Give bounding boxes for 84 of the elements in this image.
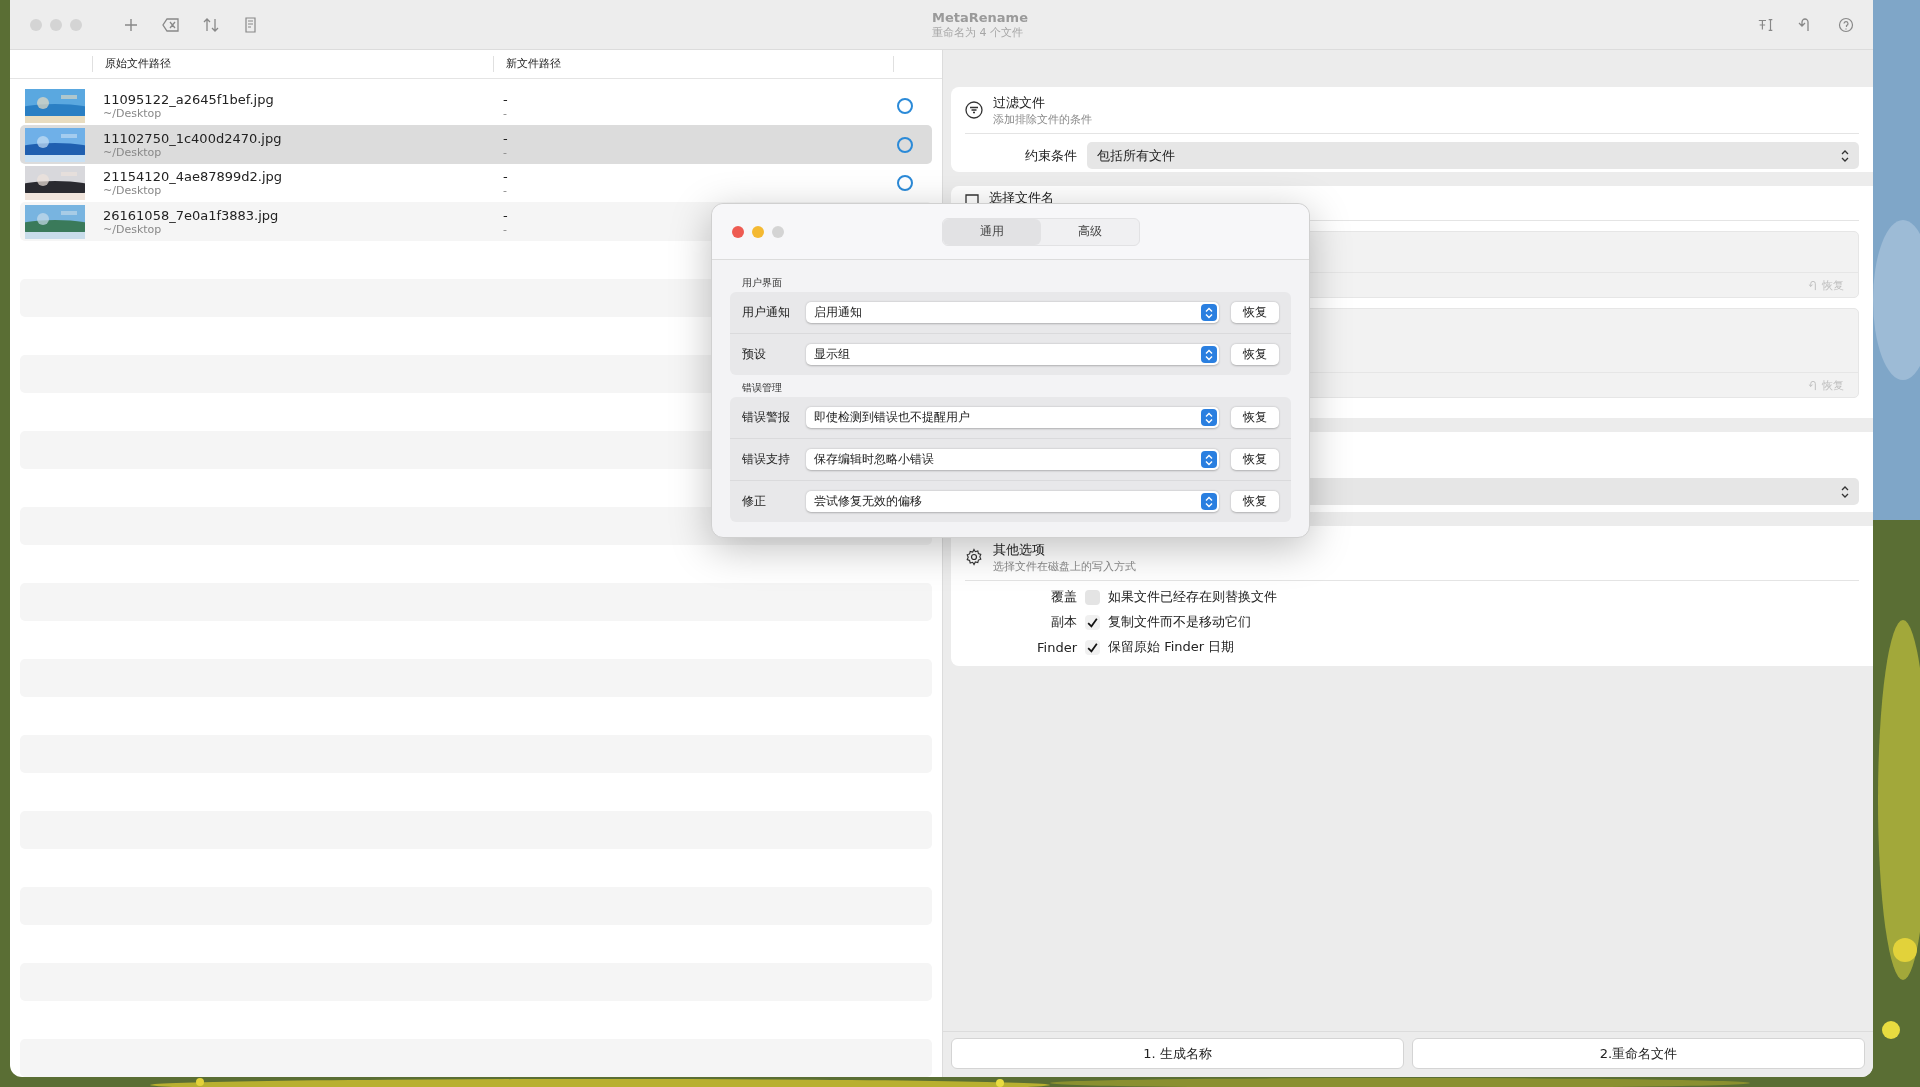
new-file-name: - — [503, 207, 508, 223]
window-subtitle: 重命名为 4 个文件 — [932, 24, 1024, 40]
new-file-folder: - — [503, 106, 507, 120]
file-name: 21154120_4ae87899d2.jpg — [103, 169, 283, 185]
setting-label: 预设 — [742, 346, 767, 363]
new-file-name: - — [503, 91, 508, 107]
zoom-button[interactable] — [772, 225, 784, 238]
setting-select[interactable]: 显示组 — [805, 344, 1220, 365]
file-row[interactable]: 21154120_4ae87899d2.jpg ~/Desktop - - — [20, 163, 932, 203]
restore-button[interactable]: 恢复 — [1231, 491, 1279, 512]
column-header[interactable]: 新文件路径 — [493, 55, 893, 72]
chevron-icon — [1201, 493, 1218, 510]
new-file-name: - — [503, 169, 508, 185]
plus-icon[interactable] — [122, 16, 140, 33]
setting-label: 用户通知 — [742, 304, 791, 321]
chevron-icon — [1201, 451, 1218, 468]
file-folder: ~/Desktop — [103, 106, 162, 120]
setting-label: 错误支持 — [742, 451, 791, 468]
option-label: Finder — [1036, 639, 1077, 655]
undo-icon — [1808, 379, 1819, 391]
chevron-icon — [1201, 304, 1218, 321]
new-file-folder: - — [503, 222, 507, 236]
minimize-button[interactable] — [50, 18, 62, 31]
setting-select[interactable]: 启用通知 — [805, 302, 1220, 323]
checkbox[interactable] — [1085, 639, 1100, 655]
setting-select[interactable]: 保存编辑时忽略小错误 — [805, 449, 1220, 470]
minimize-button[interactable] — [752, 225, 764, 238]
chevron-icon — [1201, 346, 1218, 363]
tab[interactable]: 通用 — [943, 218, 1041, 245]
undo-icon — [1808, 279, 1819, 291]
setting-label: 修正 — [742, 493, 767, 510]
file-name: 26161058_7e0a1f3883.jpg — [103, 207, 279, 223]
file-row[interactable]: 11095122_a2645f1bef.jpg ~/Desktop - - — [20, 86, 932, 126]
sort-icon[interactable] — [202, 16, 220, 33]
restore-button[interactable]: 恢复 — [1231, 449, 1279, 470]
new-file-name: - — [503, 130, 508, 146]
delete-icon[interactable] — [162, 16, 180, 33]
restore-button[interactable]: 恢复 — [1231, 302, 1279, 323]
option-text: 复制文件而不是移动它们 — [1108, 613, 1251, 631]
section-title: 其他选项 — [993, 540, 1046, 559]
option-text: 保留原始 Finder 日期 — [1108, 638, 1235, 656]
status-circle-icon — [897, 175, 913, 192]
new-file-folder: - — [503, 145, 507, 159]
chevron-icon — [1841, 149, 1849, 162]
text-cursor-icon[interactable] — [1757, 16, 1775, 33]
checkbox[interactable] — [1085, 589, 1100, 605]
setting-select[interactable]: 尝试修复无效的偏移 — [805, 491, 1220, 512]
group-title: 用户界面 — [742, 276, 783, 290]
option-label: 副本 — [1050, 613, 1077, 631]
file-name: 11095122_a2645f1bef.jpg — [103, 91, 274, 107]
section-title: 过滤文件 — [993, 93, 1046, 112]
field-label: 约束条件 — [1024, 146, 1077, 165]
section-subtitle: 添加排除文件的条件 — [993, 111, 1092, 127]
column-header[interactable]: 原始文件路径 — [92, 55, 493, 72]
close-button[interactable] — [732, 225, 744, 238]
help-icon[interactable] — [1837, 16, 1855, 33]
status-circle-icon — [897, 136, 913, 153]
setting-label: 错误警报 — [742, 409, 791, 426]
option-label: 覆盖 — [1050, 588, 1077, 606]
file-name: 11102750_1c400d2470.jpg — [103, 130, 282, 146]
setting-select[interactable]: 即使检测到错误也不提醒用户 — [805, 407, 1220, 428]
chevron-icon — [1841, 485, 1849, 498]
file-folder: ~/Desktop — [103, 222, 162, 236]
file-row[interactable]: 11102750_1c400d2470.jpg ~/Desktop - - — [20, 125, 932, 164]
checkbox[interactable] — [1085, 614, 1100, 630]
filter-icon — [965, 101, 983, 119]
option-text: 如果文件已经存在则替换文件 — [1108, 588, 1277, 606]
close-button[interactable] — [30, 18, 42, 31]
settings-icon — [965, 548, 983, 566]
zoom-button[interactable] — [70, 18, 82, 31]
constraint-select[interactable]: 包括所有文件 — [1087, 142, 1859, 169]
restore-button[interactable]: 恢复 — [1231, 344, 1279, 365]
status-circle-icon — [897, 97, 913, 114]
restore-button[interactable]: 恢复 — [1231, 407, 1279, 428]
action-button[interactable]: 2.重命名文件 — [1412, 1038, 1865, 1069]
window-title: MetaRename — [932, 9, 1028, 25]
section-subtitle: 选择文件在磁盘上的写入方式 — [993, 558, 1136, 574]
chevron-icon — [1201, 409, 1218, 426]
file-folder: ~/Desktop — [103, 184, 162, 198]
action-button[interactable]: 1. 生成名称 — [951, 1038, 1404, 1069]
section-title: 选择文件名 — [989, 189, 1054, 207]
file-folder: ~/Desktop — [103, 145, 162, 159]
group-title: 错误管理 — [742, 381, 783, 395]
new-file-folder: - — [503, 184, 507, 198]
